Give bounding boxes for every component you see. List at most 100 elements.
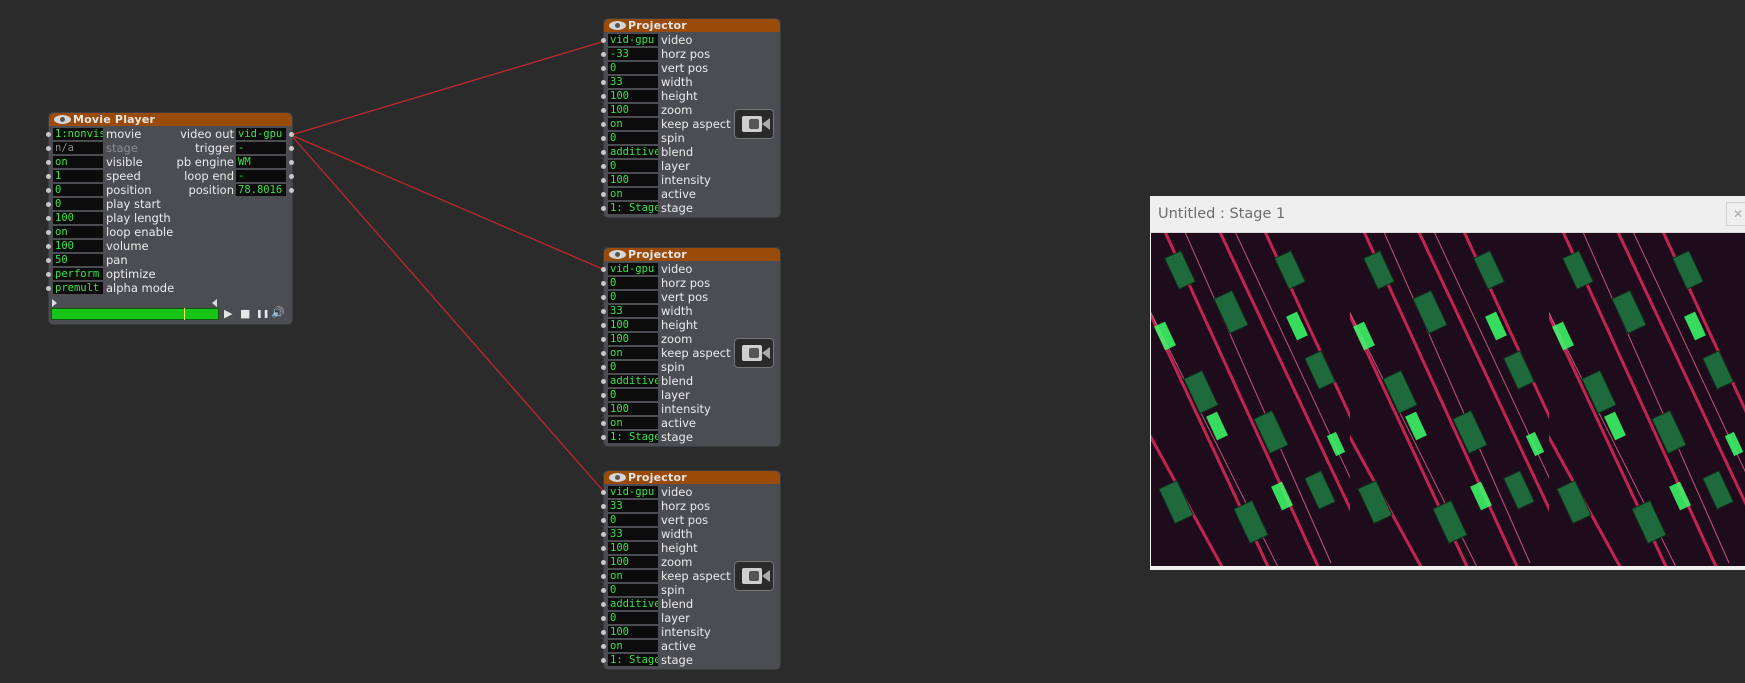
input-value[interactable]: 33 [608, 305, 658, 317]
input-value[interactable]: 0 [608, 291, 658, 303]
output-value[interactable]: vid-gpu [236, 128, 286, 140]
input-value[interactable]: 33 [608, 528, 658, 540]
input-port[interactable] [601, 94, 606, 99]
output-port[interactable] [289, 132, 294, 137]
input-port[interactable] [601, 178, 606, 183]
eye-icon[interactable] [609, 250, 626, 259]
output-port[interactable] [289, 174, 294, 179]
input-value[interactable]: 0 [608, 584, 658, 596]
input-port[interactable] [601, 164, 606, 169]
input-port[interactable] [601, 337, 606, 342]
input-value[interactable]: additive [608, 598, 658, 610]
input-value[interactable]: 50 [53, 254, 103, 266]
input-port[interactable] [601, 421, 606, 426]
input-value[interactable]: premult [53, 282, 103, 294]
input-port[interactable] [601, 122, 606, 127]
output-value[interactable]: 78.8016 [236, 184, 286, 196]
input-port[interactable] [601, 267, 606, 272]
input-value[interactable]: on [608, 347, 658, 359]
input-value[interactable]: 100 [608, 556, 658, 568]
projector-actor-3[interactable]: Projector vid-gpu video 33 horz pos 0 vert po… [601, 471, 780, 669]
input-port[interactable] [46, 244, 51, 249]
close-icon[interactable]: ✕ [1726, 202, 1745, 226]
projector-actor-1[interactable]: Projector vid-gpu video -33 horz pos 0 vert p… [601, 19, 780, 217]
loop-start-marker[interactable] [52, 299, 57, 307]
eye-icon[interactable] [54, 115, 71, 124]
input-value[interactable]: 0 [608, 62, 658, 74]
input-value[interactable]: additive [608, 146, 658, 158]
input-value[interactable]: 0 [608, 160, 658, 172]
input-value[interactable]: on [608, 640, 658, 652]
input-value[interactable]: vid-gpu [608, 263, 658, 275]
input-value[interactable]: 33 [608, 76, 658, 88]
input-port[interactable] [601, 66, 606, 71]
input-value[interactable]: on [608, 118, 658, 130]
output-port[interactable] [289, 146, 294, 151]
eye-icon[interactable] [609, 473, 626, 482]
loop-end-marker[interactable] [212, 299, 217, 307]
stop-button[interactable]: ■ [240, 308, 250, 320]
input-value[interactable]: 100 [608, 333, 658, 345]
input-value[interactable]: on [608, 188, 658, 200]
output-value[interactable]: WM [236, 156, 286, 168]
eye-icon[interactable] [609, 21, 626, 30]
output-port[interactable] [289, 160, 294, 165]
sound-icon[interactable]: 🔊 [271, 307, 285, 319]
input-value[interactable]: 0 [608, 132, 658, 144]
input-port[interactable] [601, 323, 606, 328]
input-port[interactable] [601, 108, 606, 113]
input-value[interactable]: 100 [608, 626, 658, 638]
input-port[interactable] [46, 258, 51, 263]
input-port[interactable] [601, 150, 606, 155]
input-port[interactable] [601, 490, 606, 495]
cable-to-projector-2[interactable] [290, 134, 606, 271]
input-port[interactable] [601, 532, 606, 537]
input-port[interactable] [601, 546, 606, 551]
projector-actor-2[interactable]: Projector vid-gpu video 0 horz pos 0 vert pos… [601, 248, 780, 446]
input-value[interactable]: vid-gpu [608, 486, 658, 498]
projector-title[interactable]: Projector [604, 19, 780, 32]
input-port[interactable] [601, 644, 606, 649]
input-port[interactable] [601, 192, 606, 197]
input-port[interactable] [601, 309, 606, 314]
input-port[interactable] [601, 80, 606, 85]
input-value[interactable]: additive [608, 375, 658, 387]
input-value[interactable]: 100 [608, 174, 658, 186]
projector-title[interactable]: Projector [604, 248, 780, 261]
input-value[interactable]: 0 [608, 361, 658, 373]
input-value[interactable]: 100 [608, 319, 658, 331]
input-value[interactable]: 1: Stage [608, 431, 658, 443]
input-port[interactable] [601, 351, 606, 356]
input-port[interactable] [46, 202, 51, 207]
input-port[interactable] [601, 588, 606, 593]
input-port[interactable] [601, 281, 606, 286]
input-port[interactable] [601, 574, 606, 579]
playhead[interactable] [183, 308, 185, 320]
projector-title[interactable]: Projector [604, 471, 780, 484]
pause-button[interactable]: ❚❚ [256, 308, 269, 320]
stage-window[interactable]: Untitled : Stage 1 ✕ [1150, 196, 1745, 570]
input-port[interactable] [601, 136, 606, 141]
input-value[interactable]: -33 [608, 48, 658, 60]
cable-to-projector-1[interactable] [290, 40, 606, 136]
input-port[interactable] [601, 38, 606, 43]
input-value[interactable]: 0 [53, 198, 103, 210]
input-value[interactable]: on [608, 570, 658, 582]
output-port[interactable] [289, 188, 294, 193]
input-value[interactable]: 100 [608, 104, 658, 116]
input-value[interactable]: 1: Stage [608, 202, 658, 214]
input-value[interactable]: 0 [608, 277, 658, 289]
input-port[interactable] [601, 206, 606, 211]
input-value[interactable]: 100 [608, 542, 658, 554]
playback-progress-track[interactable] [51, 308, 219, 320]
input-port[interactable] [601, 52, 606, 57]
output-value[interactable]: - [236, 142, 286, 154]
input-port[interactable] [601, 504, 606, 509]
input-port[interactable] [46, 272, 51, 277]
input-value[interactable]: 33 [608, 500, 658, 512]
input-value[interactable]: on [608, 417, 658, 429]
input-port[interactable] [601, 435, 606, 440]
input-port[interactable] [46, 216, 51, 221]
input-value[interactable]: 0 [608, 514, 658, 526]
input-value[interactable]: 100 [53, 212, 103, 224]
